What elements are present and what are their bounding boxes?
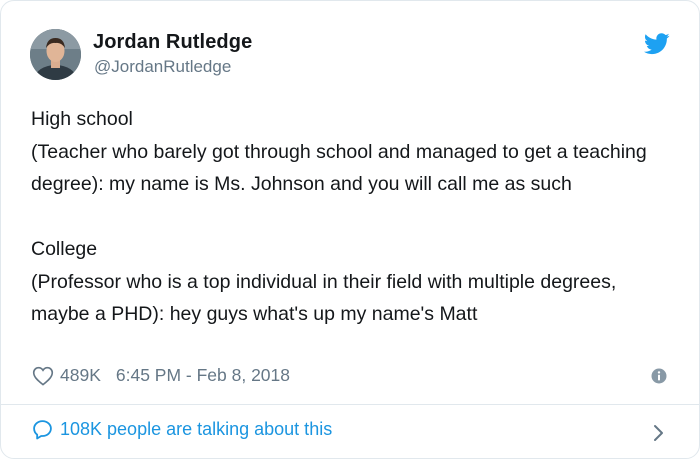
tweet-line: (Teacher who barely got through school a…	[31, 140, 647, 196]
heart-outline-icon[interactable]	[32, 366, 54, 386]
divider	[1, 404, 699, 405]
chevron-right-icon[interactable]	[651, 424, 665, 442]
tweet-line: (Professor who is a top individual in th…	[31, 270, 617, 326]
user-avatar-photo	[30, 29, 81, 80]
info-icon[interactable]	[651, 368, 667, 384]
tweet-card: Jordan Rutledge @JordanRutledge High sch…	[0, 0, 700, 459]
tweet-line: College	[31, 238, 98, 260]
twitter-bird-icon[interactable]	[644, 33, 670, 55]
tweet-meta: 489K 6:45 PM - Feb 8, 2018	[32, 365, 290, 386]
avatar[interactable]	[30, 29, 81, 80]
speech-bubble-icon	[33, 420, 52, 440]
author-handle[interactable]: @JordanRutledge	[94, 57, 231, 77]
talking-about-link[interactable]: 108K people are talking about this	[32, 419, 332, 440]
like-count[interactable]: 489K	[60, 365, 101, 386]
author-name[interactable]: Jordan Rutledge	[93, 31, 252, 54]
tweet-line: High school	[31, 108, 133, 130]
timestamp[interactable]: 6:45 PM - Feb 8, 2018	[116, 365, 290, 386]
talking-about-text: 108K people are talking about this	[60, 419, 333, 439]
tweet-text: High school (Teacher who barely got thro…	[31, 103, 671, 331]
